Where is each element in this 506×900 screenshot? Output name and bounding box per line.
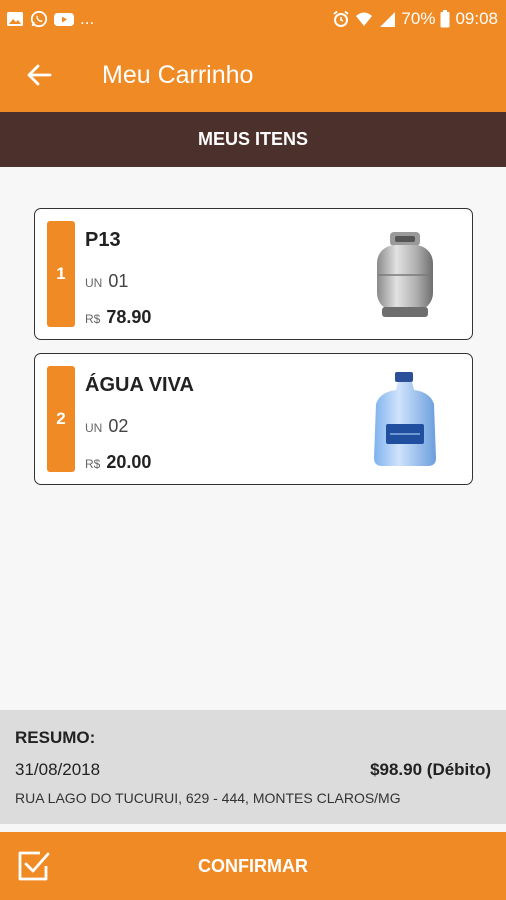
item-name: P13 [85, 229, 121, 251]
price-value: 78.90 [106, 307, 152, 327]
order-total: $98.90 (Débito) [370, 760, 491, 779]
item-name: ÁGUA VIVA [85, 374, 194, 396]
wifi-icon [356, 12, 373, 26]
status-bar-right: 70% 09:08 [332, 9, 498, 29]
item-price: R$ 20.00 [85, 452, 151, 473]
checkbox-check-icon [18, 851, 50, 881]
order-date: 31/08/2018 [15, 760, 101, 779]
section-header: MEUS ITENS [0, 112, 506, 167]
currency-label: R$ [85, 457, 101, 471]
item-price: R$ 78.90 [85, 307, 151, 328]
page-title: Meu Carrinho [102, 60, 254, 89]
more-notifications-text: ... [80, 9, 95, 28]
order-summary: RESUMO: 31/08/2018 $98.90 (Débito) RUA L… [0, 710, 506, 824]
item-quantity: UN 02 [85, 416, 128, 437]
item-index-badge: 1 [47, 221, 75, 327]
whatsapp-icon [30, 10, 48, 28]
cart-item[interactable]: 1 P13 UN 01 R$ 78.90 [34, 208, 473, 340]
arrow-left-icon [27, 64, 52, 86]
gallery-icon [7, 12, 23, 26]
quantity-value: 01 [108, 271, 129, 291]
gas-cylinder-icon [377, 232, 433, 317]
clock: 09:08 [455, 9, 498, 28]
app-bar: Meu Carrinho [0, 38, 506, 112]
currency-label: R$ [85, 312, 101, 326]
summary-title: RESUMO: [15, 728, 96, 747]
status-bar-left: ... [6, 9, 94, 29]
quantity-value: 02 [108, 416, 129, 436]
delivery-address: RUA LAGO DO TUCURUI, 629 - 444, MONTES C… [15, 790, 401, 806]
quantity-unit-label: UN [85, 421, 103, 435]
alarm-icon [333, 10, 349, 27]
signal-icon [380, 12, 396, 27]
summary-row: 31/08/2018 $98.90 (Débito) [15, 760, 491, 780]
cart-item[interactable]: 2 ÁGUA VIVA UN 02 R$ 20.00 [34, 353, 473, 485]
section-title: MEUS ITENS [197, 129, 308, 149]
battery-percent: 70% [401, 9, 436, 28]
quantity-unit-label: UN [85, 276, 103, 290]
cart-list: 1 P13 UN 01 R$ 78.90 2 ÁGUA VIVA UN 02 R… [34, 208, 473, 498]
confirm-button[interactable]: CONFIRMAR [0, 832, 506, 900]
back-button[interactable] [0, 38, 78, 112]
youtube-icon [54, 12, 74, 26]
price-value: 20.00 [106, 452, 152, 472]
item-quantity: UN 01 [85, 271, 128, 292]
item-index-badge: 2 [47, 366, 75, 472]
status-bar: ... 70% 09:08 [0, 0, 506, 38]
water-jug-icon [374, 372, 436, 466]
battery-icon [440, 10, 450, 28]
confirm-label: CONFIRMAR [198, 855, 308, 876]
